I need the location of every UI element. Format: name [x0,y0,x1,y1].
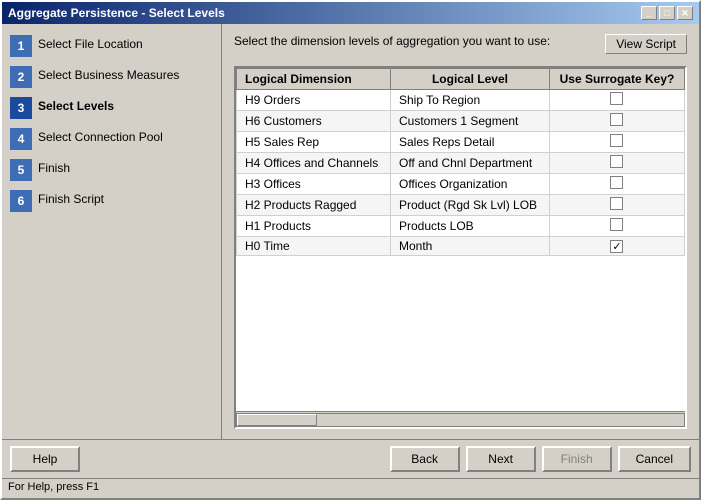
step-label-3: Select Levels [38,96,114,115]
finish-button[interactable]: Finish [542,446,612,472]
col-header-dimension: Logical Dimension [237,69,391,90]
dimension-cell: H4 Offices and Channels [237,153,391,174]
surrogate-key-cell[interactable] [549,90,684,111]
dimension-table-container: Logical Dimension Logical Level Use Surr… [234,66,687,429]
table-row: H6 CustomersCustomers 1 Segment [237,111,685,132]
dimension-cell: H2 Products Ragged [237,195,391,216]
table-row: H3 OfficesOffices Organization [237,174,685,195]
level-cell: Off and Chnl Department [390,153,549,174]
main-panel: Select the dimension levels of aggregati… [222,24,699,439]
surrogate-key-cell[interactable] [549,174,684,195]
surrogate-key-cell[interactable] [549,216,684,237]
step-number-2: 2 [10,66,32,88]
window-title: Aggregate Persistence - Select Levels [8,6,225,20]
dimension-cell: H5 Sales Rep [237,132,391,153]
dialog-content: 1 Select File Location 2 Select Business Me… [2,24,699,439]
dimension-cell: H6 Customers [237,111,391,132]
dimension-table: Logical Dimension Logical Level Use Surr… [236,68,685,256]
surrogate-key-cell[interactable] [549,195,684,216]
help-button[interactable]: Help [10,446,80,472]
table-row: H5 Sales RepSales Reps Detail [237,132,685,153]
step-label-4: Select Connection Pool [38,127,163,146]
step-item-6[interactable]: 6 Finish Script [10,189,213,212]
surrogate-key-checkbox[interactable] [610,113,623,126]
level-cell: Customers 1 Segment [390,111,549,132]
level-cell: Offices Organization [390,174,549,195]
minimize-button[interactable]: _ [641,6,657,20]
surrogate-key-cell[interactable] [549,111,684,132]
top-row: Select the dimension levels of aggregati… [234,34,687,58]
surrogate-key-checkbox[interactable] [610,218,623,231]
table-row: H0 TimeMonth ✓ [237,237,685,256]
step-item-2[interactable]: 2 Select Business Measures [10,65,213,88]
level-cell: Month [390,237,549,256]
surrogate-key-checkbox[interactable]: ✓ [610,240,623,253]
step-number-6: 6 [10,190,32,212]
step-number-1: 1 [10,35,32,57]
dimension-cell: H3 Offices [237,174,391,195]
col-header-surrogate: Use Surrogate Key? [549,69,684,90]
step-item-1[interactable]: 1 Select File Location [10,34,213,57]
table-row: H4 Offices and ChannelsOff and Chnl Depa… [237,153,685,174]
surrogate-key-cell[interactable] [549,132,684,153]
surrogate-key-cell[interactable]: ✓ [549,237,684,256]
step-number-3: 3 [10,97,32,119]
step-label-2: Select Business Measures [38,65,179,84]
step-number-4: 4 [10,128,32,150]
dimension-cell: H1 Products [237,216,391,237]
main-window: Aggregate Persistence - Select Levels _ … [0,0,701,500]
step-label-1: Select File Location [38,34,143,53]
table-row: H1 ProductsProducts LOB [237,216,685,237]
surrogate-key-checkbox[interactable] [610,176,623,189]
close-button[interactable]: ✕ [677,6,693,20]
surrogate-key-cell[interactable] [549,153,684,174]
instruction-text: Select the dimension levels of aggregati… [234,34,550,48]
bottom-button-bar: Help Back Next Finish Cancel [2,439,699,478]
step-item-4[interactable]: 4 Select Connection Pool [10,127,213,150]
surrogate-key-checkbox[interactable] [610,92,623,105]
next-button[interactable]: Next [466,446,536,472]
surrogate-key-checkbox[interactable] [610,134,623,147]
title-bar: Aggregate Persistence - Select Levels _ … [2,2,699,24]
step-label-5: Finish [38,158,70,177]
view-script-button[interactable]: View Script [605,34,687,54]
back-button[interactable]: Back [390,446,460,472]
horizontal-scrollbar[interactable] [236,411,685,427]
level-cell: Product (Rgd Sk Lvl) LOB [390,195,549,216]
step-item-5[interactable]: 5 Finish [10,158,213,181]
surrogate-key-checkbox[interactable] [610,197,623,210]
step-item-3[interactable]: 3 Select Levels [10,96,213,119]
dimension-cell: H0 Time [237,237,391,256]
step-label-6: Finish Script [38,189,104,208]
level-cell: Sales Reps Detail [390,132,549,153]
steps-sidebar: 1 Select File Location 2 Select Business Me… [2,24,222,439]
step-number-5: 5 [10,159,32,181]
status-bar: For Help, press F1 [2,478,699,498]
maximize-button[interactable]: □ [659,6,675,20]
surrogate-key-checkbox[interactable] [610,155,623,168]
table-row: H2 Products RaggedProduct (Rgd Sk Lvl) L… [237,195,685,216]
table-row: H9 OrdersShip To Region [237,90,685,111]
table-scroll-area[interactable]: Logical Dimension Logical Level Use Surr… [236,68,685,411]
level-cell: Products LOB [390,216,549,237]
status-text: For Help, press F1 [8,481,99,493]
level-cell: Ship To Region [390,90,549,111]
cancel-button[interactable]: Cancel [618,446,691,472]
title-bar-buttons: _ □ ✕ [641,6,693,20]
col-header-level: Logical Level [390,69,549,90]
dimension-cell: H9 Orders [237,90,391,111]
